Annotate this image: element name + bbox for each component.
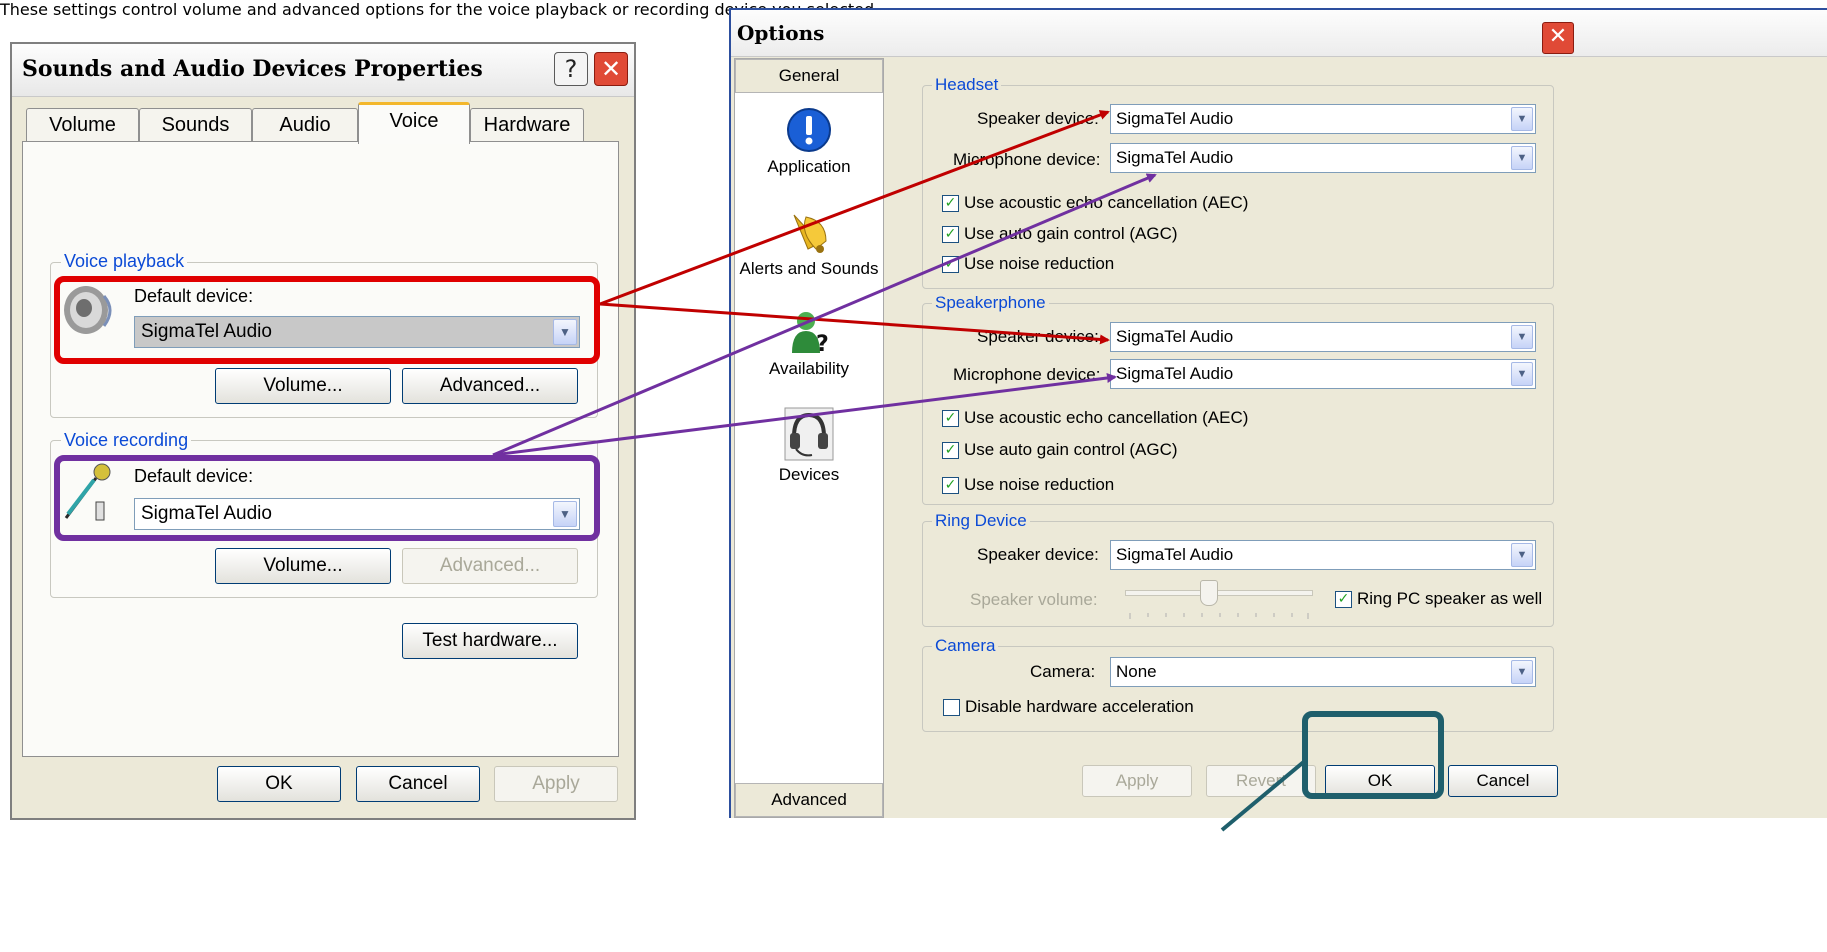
camera-value: None [1116,662,1157,681]
speakerphone-agc-label: Use auto gain control (AGC) [964,440,1178,459]
options-apply-button[interactable]: Apply [1082,765,1192,797]
recording-advanced-button[interactable]: Advanced... [402,548,578,584]
title-bar: Sounds and Audio Devices Properties ? ✕ [12,44,634,97]
ring-pc-speaker-checkbox[interactable]: ✓ [1335,591,1352,608]
voice-recording-label: Voice recording [61,430,192,451]
chevron-down-icon[interactable]: ▼ [1511,107,1533,131]
speakerphone-microphone-select[interactable]: SigmaTel Audio ▼ [1110,359,1536,389]
speakerphone-microphone-label: Microphone device: [953,365,1101,384]
tab-hardware[interactable]: Hardware [470,108,584,142]
speakerphone-speaker-label: Speaker device: [977,327,1099,346]
ring-volume-track[interactable] [1125,590,1313,596]
options-cancel-button[interactable]: Cancel [1448,765,1558,797]
svg-text:?: ? [816,332,829,355]
chevron-down-icon[interactable]: ▼ [1511,362,1533,386]
ring-speaker-select[interactable]: SigmaTel Audio ▼ [1110,540,1536,570]
ring-speaker-label: Speaker device: [977,545,1099,564]
options-close-icon[interactable]: ✕ [1542,22,1574,54]
speakerphone-speaker-select[interactable]: SigmaTel Audio ▼ [1110,322,1536,352]
nav-item-label: Availability [768,359,849,378]
cancel-button[interactable]: Cancel [356,766,480,802]
ok-highlight [1302,711,1444,799]
playback-highlight [54,276,600,364]
ring-volume-label: Speaker volume: [970,590,1098,609]
nav-item-alerts[interactable]: Alerts and Sounds [735,209,883,279]
ring-volume-slider-thumb[interactable] [1199,580,1218,606]
camera-label: Camera: [1030,662,1096,681]
voice-playback-label: Voice playback [61,251,188,272]
speakerphone-noise-checkbox[interactable]: ✓ [942,477,959,494]
nav-item-label: Alerts and Sounds [739,259,879,278]
ring-volume-ticks [1129,613,1309,619]
ring-speaker-value: SigmaTel Audio [1116,545,1234,564]
playback-volume-button[interactable]: Volume... [215,368,391,404]
headset-aec-label: Use acoustic echo cancellation (AEC) [964,193,1249,212]
headset-noise-label: Use noise reduction [964,254,1115,273]
headset-aec-checkbox[interactable]: ✓ [942,195,959,212]
camera-select[interactable]: None ▼ [1110,657,1536,687]
disable-hw-label: Disable hardware acceleration [965,697,1194,716]
tab-voice[interactable]: Voice [358,102,470,144]
tab-audio[interactable]: Audio [252,108,358,142]
recording-highlight [54,455,600,541]
ring-device-label: Ring Device [932,511,1030,531]
nav-item-availability[interactable]: ? Availability [735,309,883,379]
dialog-title: Sounds and Audio Devices Properties [22,56,483,82]
apply-button[interactable]: Apply [494,766,618,802]
speakerphone-speaker-value: SigmaTel Audio [1116,327,1234,346]
options-title-bar: Options ✕ [731,10,1827,57]
availability-icon: ? [792,312,829,355]
disable-hw-checkbox[interactable] [943,699,960,716]
playback-advanced-button[interactable]: Advanced... [402,368,578,404]
info-icon [787,108,831,152]
headset-speaker-value: SigmaTel Audio [1116,109,1234,128]
headset-label: Headset [932,75,1002,95]
test-hardware-button[interactable]: Test hardware... [402,623,578,659]
options-revert-button[interactable]: Revert [1206,765,1316,797]
close-icon[interactable]: ✕ [594,52,628,86]
headset-agc-label: Use auto gain control (AGC) [964,224,1178,243]
headset-speaker-label: Speaker device: [977,109,1099,128]
headset-noise-checkbox[interactable]: ✓ [942,256,959,273]
speakerphone-noise-label: Use noise reduction [964,475,1115,494]
speakerphone-aec-label: Use acoustic echo cancellation (AEC) [964,408,1249,427]
nav-general[interactable]: General [735,59,883,93]
nav-item-application[interactable]: Application [735,107,883,177]
nav-advanced[interactable]: Advanced [735,783,883,817]
speakerphone-aec-checkbox[interactable]: ✓ [942,410,959,427]
nav-item-devices[interactable]: Devices [735,407,883,485]
headset-icon [784,407,834,461]
headset-microphone-select[interactable]: SigmaTel Audio ▼ [1110,143,1536,173]
tab-sounds[interactable]: Sounds [139,108,252,142]
headset-agc-checkbox[interactable]: ✓ [942,226,959,243]
chevron-down-icon[interactable]: ▼ [1511,146,1533,170]
chevron-down-icon[interactable]: ▼ [1511,543,1533,567]
recording-volume-button[interactable]: Volume... [215,548,391,584]
headset-microphone-value: SigmaTel Audio [1116,148,1234,167]
options-nav: General Application Alerts and Sounds ? [734,58,884,818]
headset-microphone-label: Microphone device: [953,150,1101,169]
speakerphone-microphone-value: SigmaTel Audio [1116,364,1234,383]
nav-item-label: Devices [778,465,840,484]
ok-button[interactable]: OK [217,766,341,802]
tab-volume[interactable]: Volume [26,108,139,142]
options-title: Options [737,21,825,45]
chevron-down-icon[interactable]: ▼ [1511,325,1533,349]
bell-icon [793,214,827,253]
chevron-down-icon[interactable]: ▼ [1511,660,1533,684]
ring-pc-speaker-label: Ring PC speaker as well [1357,589,1543,608]
camera-group-label: Camera [932,636,999,656]
headset-speaker-select[interactable]: SigmaTel Audio ▼ [1110,104,1536,134]
help-icon[interactable]: ? [554,52,588,86]
speakerphone-agc-checkbox[interactable]: ✓ [942,442,959,459]
speakerphone-label: Speakerphone [932,293,1049,313]
nav-item-label: Application [767,157,851,176]
